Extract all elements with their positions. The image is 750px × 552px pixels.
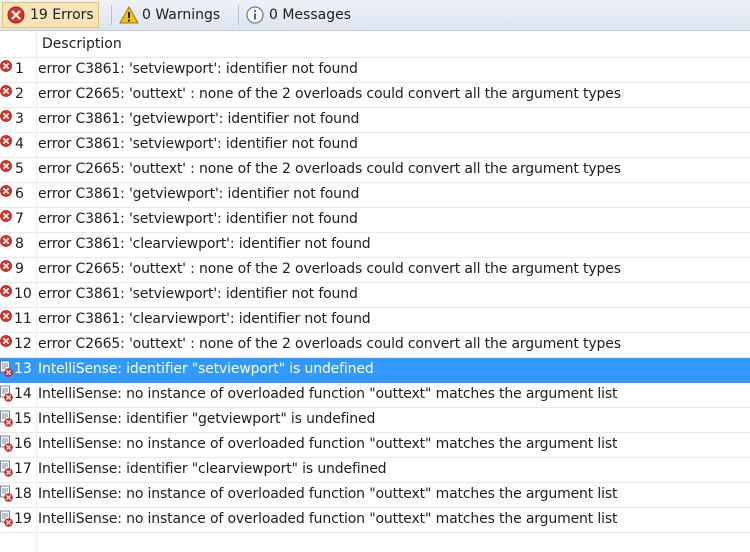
error-list-row[interactable]: 7 error C3861: 'setviewport': identifier … [0,208,750,233]
error-list-row[interactable]: 19 IntelliSense: no instance of overloade… [0,508,750,533]
row-number: 6 [15,186,24,202]
row-number: 17 [14,461,32,477]
error-icon [0,310,14,326]
error-list-row[interactable]: 9 error C2665: 'outtext' : none of the 2 … [0,258,750,283]
error-icon [0,110,14,126]
error-list-row[interactable]: 3 error C3861: 'getviewport': identifier … [0,108,750,133]
row-description: IntelliSense: identifier "setviewport" i… [38,361,374,377]
row-description: error C3861: 'getviewport': identifier n… [38,111,360,127]
row-description: error C2665: 'outtext' : none of the 2 o… [38,336,621,352]
row-number: 16 [14,436,32,452]
intellisense-error-icon [0,360,14,377]
intellisense-error-icon [0,385,14,402]
row-number: 5 [15,161,24,177]
row-description: error C3861: 'clearviewport': identifier… [38,311,371,327]
messages-filter-button[interactable]: 0 Messages [242,2,355,28]
row-number: 11 [14,311,32,327]
error-list-row[interactable]: 10 error C3861: 'setviewport': identifier… [0,283,750,308]
error-list-row[interactable]: 17 IntelliSense: identifier "clearviewpor… [0,458,750,483]
error-list-row[interactable]: 15 IntelliSense: identifier "getviewport"… [0,408,750,433]
row-description: error C3861: 'clearviewport': identifier… [38,236,371,252]
error-icon [0,160,14,176]
error-list-row[interactable]: 5 error C2665: 'outtext' : none of the 2 … [0,158,750,183]
errors-filter-label: 19 Errors [30,7,94,23]
toolbar-separator [238,5,239,25]
row-description: error C2665: 'outtext' : none of the 2 o… [38,161,621,177]
error-list: 1 error C3861: 'setviewport': identifier … [0,58,750,533]
row-description: IntelliSense: no instance of overloaded … [38,436,618,452]
error-icon [0,60,14,76]
error-icon [0,260,14,276]
row-number: 10 [14,286,32,302]
messages-filter-label: 0 Messages [269,7,352,23]
row-description: error C3861: 'setviewport': identifier n… [38,211,358,227]
row-number: 18 [14,486,32,502]
row-description: IntelliSense: no instance of overloaded … [38,511,618,527]
row-description: IntelliSense: no instance of overloaded … [38,386,618,402]
warning-icon [119,5,139,24]
row-number: 9 [15,261,24,277]
error-icon [0,135,14,151]
row-description: error C2665: 'outtext' : none of the 2 o… [38,86,621,102]
error-list-row[interactable]: 8 error C3861: 'clearviewport': identifie… [0,233,750,258]
row-number: 13 [14,361,32,377]
error-icon [0,285,14,301]
toolbar-separator [111,5,112,25]
row-number: 2 [15,86,24,102]
info-icon [246,6,264,24]
row-description: error C3861: 'getviewport': identifier n… [38,186,360,202]
row-description: error C3861: 'setviewport': identifier n… [38,136,358,152]
row-description: error C3861: 'setviewport': identifier n… [38,61,358,77]
error-list-row[interactable]: 6 error C3861: 'getviewport': identifier … [0,183,750,208]
intellisense-error-icon [0,410,14,427]
column-header: Description [0,31,750,58]
error-icon [0,235,14,251]
description-column-header[interactable]: Description [42,36,122,52]
row-number: 19 [14,511,32,527]
error-icon [7,6,25,24]
error-list-row[interactable]: 18 IntelliSense: no instance of overloade… [0,483,750,508]
warnings-filter-label: 0 Warnings [142,7,221,23]
row-number: 15 [14,411,32,427]
error-list-toolbar: 19 Errors 0 Warnings 0 Messages [0,0,750,31]
error-list-row[interactable]: 13 IntelliSense: identifier "setviewport"… [0,358,750,383]
error-list-row[interactable]: 4 error C3861: 'setviewport': identifier … [0,133,750,158]
row-number: 14 [14,386,32,402]
error-icon [0,85,14,101]
row-number: 1 [15,61,24,77]
row-description: IntelliSense: identifier "clearviewport"… [38,461,387,477]
error-list-row[interactable]: 1 error C3861: 'setviewport': identifier … [0,58,750,83]
error-list-row[interactable]: 12 error C2665: 'outtext' : none of the 2… [0,333,750,358]
error-icon [0,210,14,226]
error-list-row[interactable]: 2 error C2665: 'outtext' : none of the 2 … [0,83,750,108]
row-description: error C2665: 'outtext' : none of the 2 o… [38,261,621,277]
errors-filter-button[interactable]: 19 Errors [2,2,99,28]
row-number: 4 [15,136,24,152]
column-divider [36,31,37,57]
error-icon [0,185,14,201]
row-number: 8 [15,236,24,252]
row-number: 3 [15,111,24,127]
row-number: 7 [15,211,24,227]
error-list-row[interactable]: 14 IntelliSense: no instance of overloade… [0,383,750,408]
row-description: error C3861: 'setviewport': identifier n… [38,286,358,302]
error-list-row[interactable]: 11 error C3861: 'clearviewport': identifi… [0,308,750,333]
intellisense-error-icon [0,485,14,502]
error-list-row[interactable]: 16 IntelliSense: no instance of overloade… [0,433,750,458]
warnings-filter-button[interactable]: 0 Warnings [115,2,224,28]
intellisense-error-icon [0,510,14,527]
row-number: 12 [14,336,32,352]
error-icon [0,335,14,351]
intellisense-error-icon [0,460,14,477]
row-description: IntelliSense: identifier "getviewport" i… [38,411,376,427]
row-description: IntelliSense: no instance of overloaded … [38,486,618,502]
intellisense-error-icon [0,435,14,452]
